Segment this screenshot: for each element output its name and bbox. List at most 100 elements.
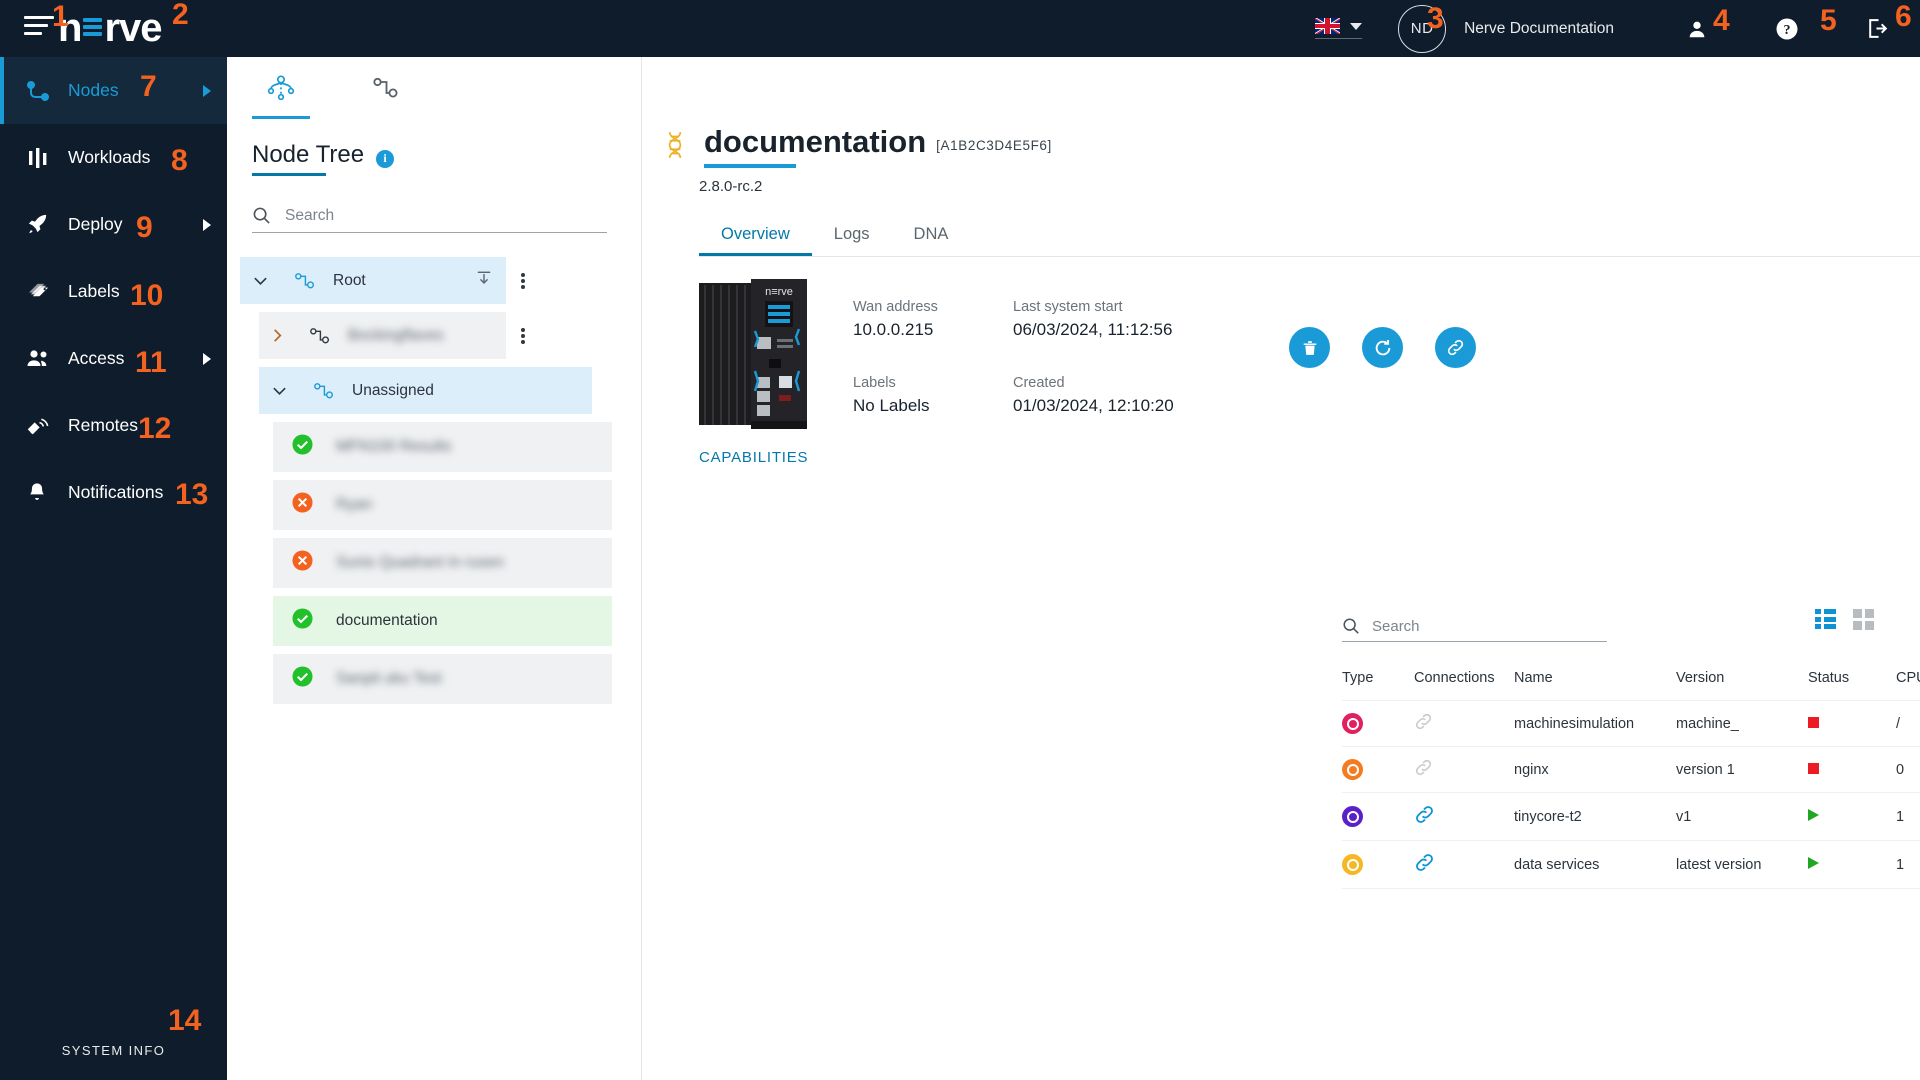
- language-selector[interactable]: [1315, 18, 1363, 39]
- cell-status: [1808, 746, 1896, 793]
- table-row[interactable]: nginx version 1 0 0 01/03/2024, 12:12:24…: [1342, 746, 1920, 793]
- tab-overview[interactable]: Overview: [699, 225, 812, 256]
- page-title: Node Tree: [252, 141, 364, 176]
- trash-icon: [1303, 340, 1316, 355]
- table-row[interactable]: machinesimulation machine_ / / 01/03/202…: [1342, 700, 1920, 747]
- grid-view-button[interactable]: [1853, 609, 1875, 630]
- chevron-right-icon[interactable]: [272, 328, 283, 343]
- workload-type-icon: [1342, 713, 1363, 734]
- brand-zone: n rve: [0, 0, 227, 57]
- tab-logs[interactable]: Logs: [812, 225, 892, 256]
- tree-item-menu-button[interactable]: [506, 312, 540, 359]
- avatar[interactable]: ND: [1398, 4, 1447, 53]
- link-icon[interactable]: [1414, 804, 1435, 825]
- nerve-logo: n rve: [58, 6, 163, 50]
- user-icon[interactable]: [1674, 6, 1720, 52]
- nodes-icon: [26, 80, 60, 102]
- chevron-down-icon[interactable]: [272, 386, 287, 396]
- sidebar-item-labels[interactable]: Labels: [0, 258, 227, 325]
- cell-name: data services: [1514, 840, 1676, 889]
- node-header: documentation [A1B2C3D4E5F6]: [642, 57, 1920, 168]
- connect-node-button[interactable]: [1435, 327, 1476, 368]
- logout-icon[interactable]: [1854, 6, 1900, 52]
- sidebar-item-label: Notifications: [68, 482, 164, 502]
- chevron-down-icon[interactable]: [253, 276, 268, 286]
- status-stopped-icon: [1808, 716, 1819, 728]
- tree-item-node-documentation[interactable]: documentation: [273, 596, 612, 646]
- top-bar: n rve ND Nerve Documentation ?: [0, 0, 1920, 57]
- link-icon[interactable]: [1414, 852, 1435, 873]
- list-view-button[interactable]: [1815, 609, 1837, 629]
- sidebar-item-nodes[interactable]: Nodes: [0, 57, 227, 124]
- tree-panel-tabs: [227, 57, 641, 119]
- system-info-label[interactable]: SYSTEM INFO: [0, 1043, 227, 1058]
- workload-type-icon: [1342, 759, 1363, 780]
- status-ok-icon: [292, 434, 313, 460]
- workload-search-input[interactable]: [1372, 617, 1587, 635]
- cell-cpu: 0: [1896, 746, 1920, 793]
- sidebar-item-label: Remotes: [68, 415, 139, 435]
- field-label: Wan address: [853, 299, 938, 315]
- hamburger-menu-icon[interactable]: [24, 16, 54, 40]
- download-icon[interactable]: [476, 270, 492, 292]
- cell-version: machine_: [1676, 700, 1808, 747]
- cell-type: [1342, 746, 1414, 793]
- link-icon[interactable]: [1414, 712, 1433, 731]
- workload-section: Type Connections Name Version Status CPU…: [1342, 609, 1920, 889]
- field-value: 01/03/2024, 12:10:20: [1013, 396, 1174, 415]
- tree-item-menu-button[interactable]: [506, 257, 540, 304]
- remotes-icon: [26, 414, 60, 437]
- delete-node-button[interactable]: [1289, 327, 1330, 368]
- tree-item-node[interactable]: Ryan: [273, 480, 612, 530]
- node-version: 2.8.0-rc.2: [699, 178, 763, 195]
- tree-search[interactable]: [252, 206, 607, 233]
- sidebar-item-label: Access: [68, 348, 125, 368]
- sidebar-item-deploy[interactable]: Deploy: [0, 191, 227, 258]
- tree-item-node[interactable]: MFN100 Results: [273, 422, 612, 472]
- sidebar-item-workloads[interactable]: Workloads: [0, 124, 227, 191]
- sidebar-item-notifications[interactable]: Notifications: [0, 459, 227, 526]
- restart-icon: [1375, 339, 1390, 355]
- table-row[interactable]: tinycore-t2 v1 1 / 01/03/2024, 12:13:32 …: [1342, 792, 1920, 841]
- cell-version: latest version: [1676, 840, 1808, 889]
- cell-cpu: 1: [1896, 840, 1920, 889]
- node-fields: Wan address 10.0.0.215 Last system start…: [853, 299, 1233, 429]
- chevron-right-icon: [203, 352, 211, 365]
- cell-connection: [1414, 792, 1514, 841]
- tree-item-label: Sunis Quadrant In rusen: [336, 554, 505, 571]
- capabilities-link[interactable]: CAPABILITIES: [699, 449, 1920, 466]
- nerve-device-photo: n≡rve: [699, 279, 817, 429]
- table-row[interactable]: data services latest version 1 13 01/03/…: [1342, 840, 1920, 889]
- node-serial: [A1B2C3D4E5F6]: [936, 138, 1052, 153]
- workload-search[interactable]: [1342, 617, 1607, 642]
- help-icon[interactable]: ?: [1764, 6, 1810, 52]
- tree-item-root[interactable]: Root: [240, 257, 540, 304]
- tree-item-label: Ryan: [336, 496, 373, 513]
- chevron-down-icon: [1350, 23, 1363, 30]
- info-icon[interactable]: i: [376, 149, 395, 168]
- sidebar-item-access[interactable]: Access: [0, 325, 227, 392]
- tree-item-folder-blurred[interactable]: Bockingflaves: [259, 312, 540, 359]
- node-tree-panel: Node Tree i Root: [227, 57, 642, 1080]
- col-status: Status: [1808, 670, 1850, 686]
- reboot-node-button[interactable]: [1362, 327, 1403, 368]
- sidebar-item-remotes[interactable]: Remotes: [0, 392, 227, 459]
- cell-version: v1: [1676, 792, 1808, 841]
- uk-flag-icon: [1315, 18, 1341, 34]
- tree-item-unassigned[interactable]: Unassigned: [259, 367, 592, 414]
- field-value: 10.0.0.215: [853, 320, 934, 339]
- tree-view-tab[interactable]: [252, 57, 310, 119]
- cell-connection: [1414, 840, 1514, 889]
- tree-item-label: Bockingflaves: [348, 326, 444, 344]
- tree-item-node[interactable]: Sanpit uku Test: [273, 654, 612, 704]
- search-input[interactable]: [285, 206, 585, 225]
- overview-body: n≡rve Wan address 10.0.0.215 Last system…: [642, 257, 1920, 429]
- link-icon[interactable]: [1414, 758, 1433, 777]
- node-link-icon: [310, 327, 330, 343]
- bell-icon: [26, 481, 60, 504]
- tab-dna[interactable]: DNA: [892, 225, 971, 256]
- tree-item-node[interactable]: Sunis Quadrant In rusen: [273, 538, 612, 588]
- col-connections: Connections: [1414, 670, 1495, 686]
- node-list-tab[interactable]: [358, 57, 414, 119]
- cell-type: [1342, 700, 1414, 747]
